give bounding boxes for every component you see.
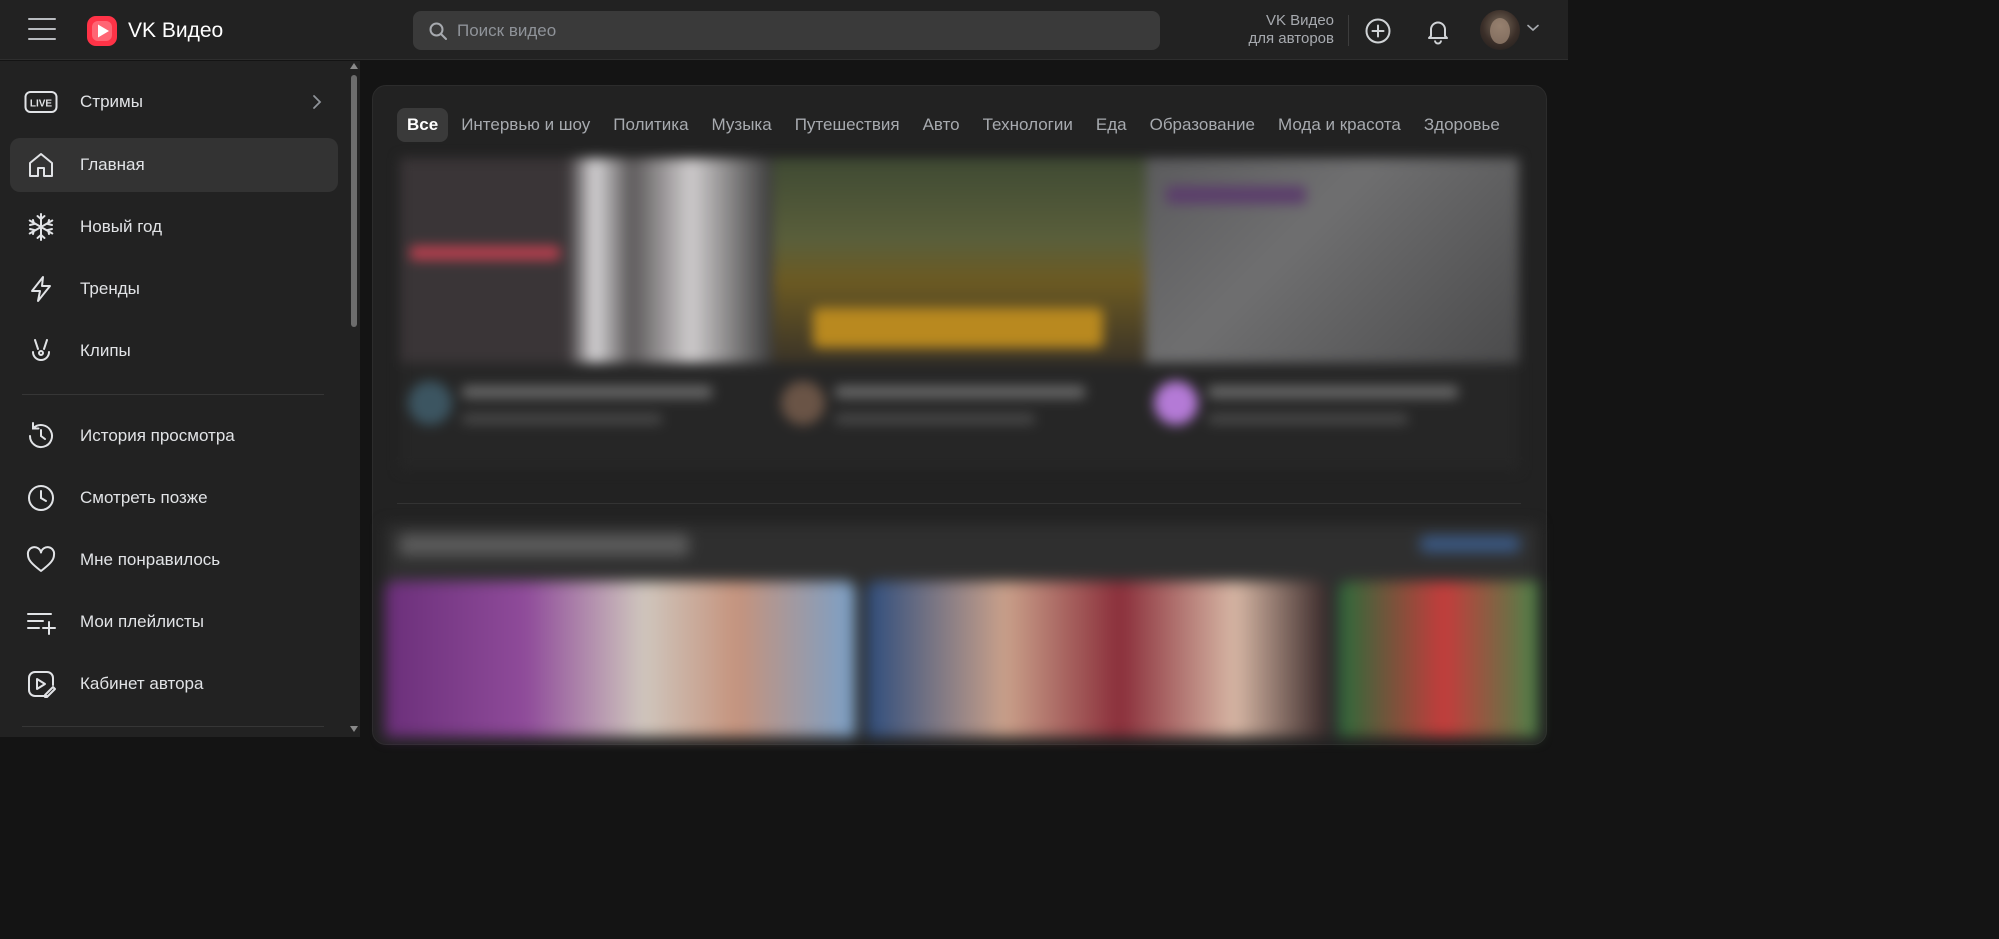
snowflake-icon	[24, 211, 58, 243]
video-meta-placeholder	[835, 414, 1035, 424]
category-chip-interviews[interactable]: Интервью и шоу	[451, 108, 600, 142]
category-chip-tech[interactable]: Технологии	[973, 108, 1083, 142]
shelf-title-placeholder	[399, 534, 689, 556]
shelf-video-tile[interactable]	[867, 581, 1327, 737]
video-feed-row	[400, 158, 1520, 470]
video-title-placeholder	[1208, 386, 1458, 398]
category-chip-fashion[interactable]: Мода и красота	[1268, 108, 1411, 142]
category-chips: Все Интервью и шоу Политика Музыка Путеш…	[397, 108, 1537, 144]
thumbnail-banner	[1166, 186, 1306, 204]
category-chip-travel[interactable]: Путешествия	[785, 108, 910, 142]
sidebar-item-label: Мне понравилось	[80, 550, 221, 569]
sidebar-item-clips[interactable]: Клипы	[10, 324, 338, 378]
header-divider	[1348, 15, 1349, 46]
user-avatar[interactable]	[1480, 10, 1520, 50]
sidebar-item-streams[interactable]: LIVE Стримы	[10, 75, 338, 129]
sidebar-item-label: Кабинет автора	[80, 674, 204, 693]
search-icon	[429, 22, 447, 40]
chevron-right-icon	[313, 95, 322, 109]
section-divider	[397, 503, 1521, 504]
shelf-show-all-placeholder[interactable]	[1420, 536, 1520, 552]
author-studio-icon	[24, 668, 58, 700]
scrollbar-thumb[interactable]	[351, 75, 357, 327]
authors-line-2: для авторов	[1248, 30, 1334, 47]
channel-avatar	[408, 381, 452, 425]
clock-icon	[24, 482, 58, 514]
video-thumbnail	[400, 158, 773, 363]
category-chip-education[interactable]: Образование	[1140, 108, 1265, 142]
thumbnail-banner	[410, 246, 560, 260]
category-chip-all[interactable]: Все	[397, 108, 449, 142]
sidebar-item-label: Главная	[80, 155, 145, 174]
video-meta-placeholder	[1208, 414, 1408, 424]
sidebar-item-label: История просмотра	[80, 426, 235, 445]
scroll-up-arrow-icon[interactable]	[350, 63, 358, 69]
vk-video-for-authors-link[interactable]: VK Видео для авторов	[1220, 12, 1334, 48]
thumbnail-banner	[813, 308, 1103, 348]
category-chip-music[interactable]: Музыка	[702, 108, 782, 142]
sidebar-divider	[22, 394, 324, 395]
add-icon[interactable]	[1364, 17, 1392, 45]
video-title-placeholder	[462, 386, 712, 398]
sidebar: LIVE Стримы Главная Новый год Тренды Кли…	[0, 61, 350, 737]
shelf-video-tile[interactable]	[385, 581, 855, 737]
sidebar-item-label: Тренды	[80, 279, 140, 298]
sidebar-item-history[interactable]: История просмотра	[10, 409, 338, 463]
live-icon: LIVE	[24, 86, 58, 118]
sidebar-item-label: Смотреть позже	[80, 488, 208, 507]
bell-icon[interactable]	[1424, 17, 1452, 45]
sidebar-item-new-year[interactable]: Новый год	[10, 200, 338, 254]
category-chip-food[interactable]: Еда	[1086, 108, 1137, 142]
video-card[interactable]	[773, 158, 1146, 470]
video-meta-placeholder	[462, 414, 662, 424]
sidebar-item-watch-later[interactable]: Смотреть позже	[10, 471, 338, 525]
sidebar-item-trends[interactable]: Тренды	[10, 262, 338, 316]
sidebar-item-playlists[interactable]: Мои плейлисты	[10, 595, 338, 649]
sidebar-item-author-studio[interactable]: Кабинет автора	[10, 657, 338, 711]
sidebar-divider	[22, 726, 324, 727]
sidebar-item-label: Мои плейлисты	[80, 612, 205, 631]
sidebar-item-home[interactable]: Главная	[10, 138, 338, 192]
authors-line-1: VK Видео	[1266, 12, 1334, 29]
scroll-down-arrow-icon[interactable]	[350, 726, 358, 732]
playlist-add-icon	[24, 606, 58, 638]
video-card[interactable]	[400, 158, 773, 470]
search-bar[interactable]	[413, 11, 1160, 50]
channel-avatar	[1154, 381, 1198, 425]
category-chip-politics[interactable]: Политика	[603, 108, 698, 142]
sidebar-item-label: Стримы	[80, 92, 143, 111]
category-chip-auto[interactable]: Авто	[913, 108, 970, 142]
top-bar: VK Видео VK Видео для авторов	[0, 0, 1568, 60]
video-title-placeholder	[835, 386, 1085, 398]
history-icon	[24, 420, 58, 452]
svg-text:LIVE: LIVE	[30, 99, 53, 110]
chevron-down-icon[interactable]	[1527, 24, 1539, 32]
home-icon	[24, 149, 58, 181]
clips-icon	[24, 335, 58, 367]
sidebar-item-liked[interactable]: Мне понравилось	[10, 533, 338, 587]
sidebar-scrollbar[interactable]	[348, 61, 360, 737]
recommended-shelf	[385, 524, 1538, 737]
shelf-video-tile[interactable]	[1339, 581, 1538, 737]
video-card[interactable]	[1146, 158, 1519, 470]
category-chip-health[interactable]: Здоровье	[1414, 108, 1510, 142]
search-input[interactable]	[457, 20, 1107, 41]
channel-avatar	[781, 381, 825, 425]
vk-video-logo-icon	[87, 16, 117, 46]
sidebar-item-label: Клипы	[80, 341, 131, 360]
lightning-icon	[24, 273, 58, 305]
menu-icon[interactable]	[28, 18, 56, 42]
vk-video-logo[interactable]: VK Видео	[86, 15, 223, 47]
heart-icon	[24, 544, 58, 576]
app-title: VK Видео	[128, 19, 224, 42]
sidebar-item-label: Новый год	[80, 217, 163, 236]
